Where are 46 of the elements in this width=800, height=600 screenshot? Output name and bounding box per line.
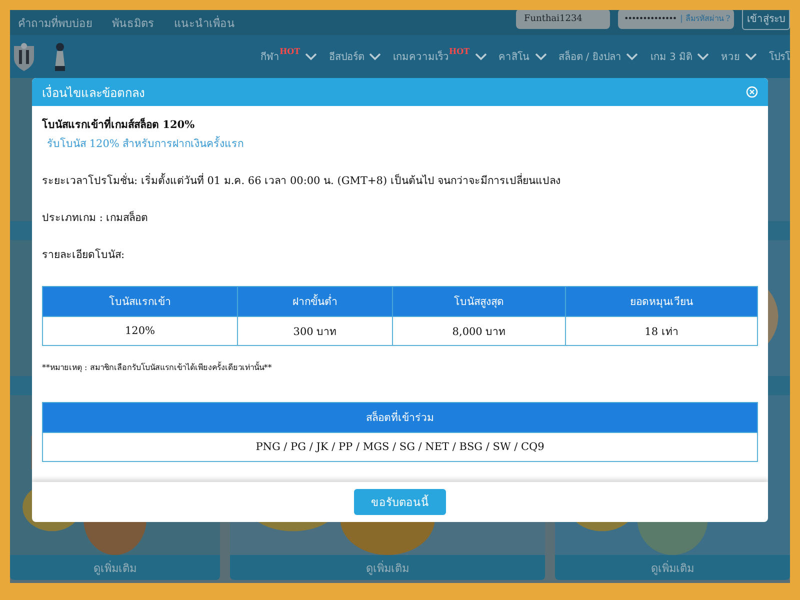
see-more-button[interactable]: ดูเพิ่มเติม (555, 555, 790, 580)
table-cell: 8,000 บาท (392, 316, 566, 346)
close-icon[interactable] (746, 86, 758, 98)
chevron-icon (534, 52, 547, 60)
game-type: ประเภทเกม : เกมสล็อต (42, 210, 150, 226)
chevron-icon (626, 52, 638, 60)
column-header: โบนัสสูงสุด (392, 286, 566, 316)
chevron-icon (474, 52, 487, 60)
nav-item[interactable]: เกม 3 มิติ (650, 49, 709, 64)
chevron-icon (369, 52, 382, 60)
chevron-icon (697, 52, 709, 60)
password-field[interactable]: •••••••••••••• | ลืมรหัสผ่าน ? (618, 10, 734, 28)
top-link[interactable]: แนะนำเพื่อน (174, 14, 235, 32)
table-cell: 120% (42, 316, 238, 346)
promo-title: โบนัสแรกเข้าที่เกมส์สล็อต 120% (42, 116, 758, 133)
login-button[interactable]: เข้าสู่ระบ (742, 10, 790, 30)
hot-label: HOT (449, 46, 470, 56)
table-cell: 300 บาท (238, 316, 392, 346)
bonus-details-label: รายละเอียดโบนัส: (42, 248, 126, 263)
chevron-icon (745, 52, 757, 60)
chevron-icon (305, 52, 318, 60)
column-header: โบนัสแรกเข้า (42, 286, 238, 316)
nav-item[interactable]: โปรโ (769, 49, 790, 64)
nav-item[interactable]: หวย (721, 49, 757, 64)
note-text: **หมายเหตุ : สมาชิกเลือกรับโบนัสแรกเข้าได้เพียงครั้งเดียวเท่านั้น** (42, 361, 273, 374)
hot-label: HOT (280, 46, 300, 56)
column-header: ฝากขั้นต่ำ (238, 286, 392, 316)
claim-button[interactable]: ขอรับตอนนี้ (354, 489, 446, 515)
top-link[interactable]: คำถามที่พบบ่อย (18, 14, 92, 32)
forgot-password-link[interactable]: | ลืมรหัสผ่าน ? (680, 12, 730, 25)
see-more-button[interactable]: ดูเพิ่มเติม (10, 555, 220, 580)
see-more-button[interactable]: ดูเพิ่มเติม (230, 555, 545, 580)
top-link[interactable]: พันธมิตร (112, 14, 154, 32)
modal-title: เงื่อนไขและข้อตกลง (42, 84, 145, 102)
table-cell: 18 เท่า (566, 316, 758, 346)
promo-subtitle: รับโบนัส 120% สำหรับการฝากเงินครั้งแรก (46, 135, 245, 152)
password-text: •••••••••••••• (624, 14, 676, 23)
nav-item[interactable]: คาสิโน (498, 49, 547, 64)
promo-period: ระยะเวลาโปรโมชั่น: เริ่มตั้งแต่วันที่ 01 ม.ค. 66 เวลา 00:00 น. (GMT+8) เป็นต้นไป จนกว่าจะมีการเปลี่ยนแปลง (42, 172, 562, 189)
column-header: ยอดหมุนเวียน (566, 286, 758, 316)
crest-icon (12, 42, 36, 72)
column-header: สล็อตที่เข้าร่วม (42, 402, 758, 432)
username-field[interactable]: Funthai1234 (516, 10, 610, 28)
nav-item[interactable]: สล็อต / ยิงปลา (558, 49, 638, 64)
table-cell: PNG / PG / JK / PP / MGS / SG / NET / BSG / SW / CQ9 (42, 432, 758, 462)
nav-item[interactable]: อีสปอร์ต (329, 49, 382, 64)
